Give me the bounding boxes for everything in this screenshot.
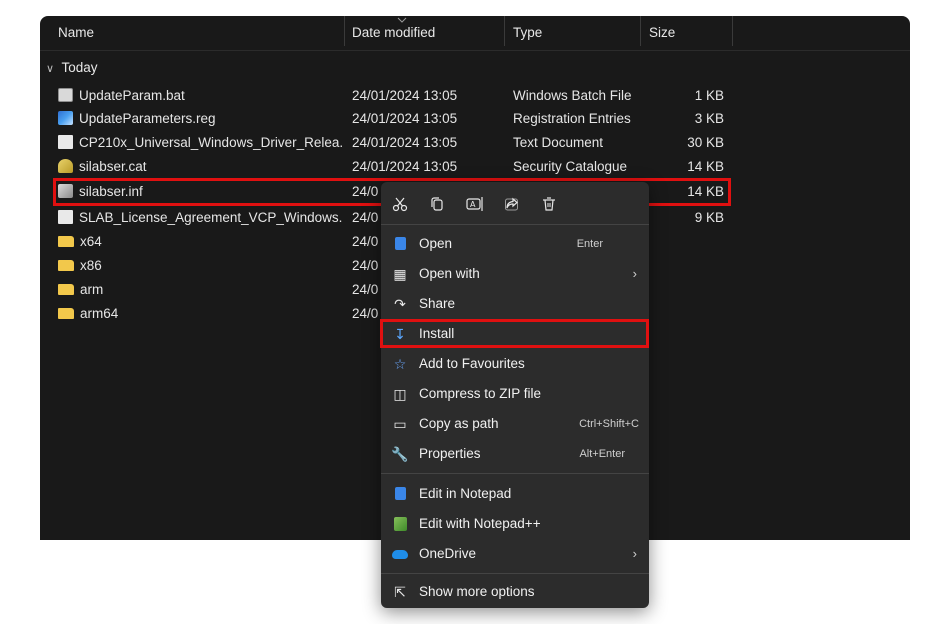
- file-type: Windows Batch File: [513, 88, 632, 103]
- folder-icon: [58, 236, 74, 247]
- file-name: SLAB_License_Agreement_VCP_Windows....: [79, 210, 343, 225]
- menu-item-show-more-options[interactable]: ⇱ Show more options: [381, 577, 649, 607]
- file-type: Registration Entries: [513, 111, 631, 126]
- file-date: 24/01/2024 13:05: [352, 88, 458, 103]
- notepad-icon: [391, 479, 409, 510]
- cut-icon[interactable]: [389, 193, 411, 215]
- menu-divider: [381, 473, 649, 474]
- folder-name: arm: [80, 282, 104, 297]
- folder-name: x64: [80, 234, 102, 249]
- menu-item-open[interactable]: Open Enter: [381, 229, 649, 259]
- folder-icon: [58, 260, 74, 271]
- file-type: Text Document: [513, 135, 604, 150]
- file-name: CP210x_Universal_Windows_Driver_Relea...: [79, 135, 343, 150]
- menu-item-compress-zip[interactable]: ◫ Compress to ZIP file: [381, 379, 649, 409]
- rename-icon[interactable]: A: [464, 193, 486, 215]
- column-divider[interactable]: [504, 16, 505, 46]
- column-header-bar: Name Date modified Type Size: [40, 16, 910, 51]
- chevron-right-icon: ›: [632, 546, 637, 561]
- file-size: 30 KB: [687, 135, 724, 150]
- menu-item-edit-in-notepad[interactable]: Edit in Notepad: [381, 479, 649, 509]
- menu-item-properties[interactable]: 🔧 Properties Alt+Enter: [381, 439, 649, 469]
- highlight-install-item: [380, 319, 649, 348]
- open-icon: [391, 229, 409, 260]
- menu-item-share[interactable]: ↷ Share: [381, 289, 649, 319]
- file-name: silabser.cat: [79, 159, 147, 174]
- svg-text:A: A: [470, 200, 476, 209]
- wrench-icon: 🔧: [391, 446, 409, 462]
- menu-item-onedrive[interactable]: OneDrive ›: [381, 539, 649, 569]
- column-divider[interactable]: [640, 16, 641, 46]
- share-icon[interactable]: [501, 193, 523, 215]
- column-header-size[interactable]: Size: [649, 16, 675, 50]
- file-row[interactable]: UpdateParam.bat 24/01/2024 13:05 Windows…: [40, 84, 910, 107]
- group-label: Today: [61, 60, 98, 75]
- notepad-plus-plus-icon: [391, 509, 409, 541]
- open-with-icon: ▦: [393, 266, 407, 282]
- menu-divider: [381, 573, 649, 574]
- file-date: 24/01/2024 13:05: [352, 159, 458, 174]
- share-icon: ↷: [394, 296, 406, 312]
- file-row[interactable]: CP210x_Universal_Windows_Driver_Relea...…: [40, 131, 910, 154]
- text-file-icon: [58, 135, 73, 149]
- group-header-today[interactable]: ∨ Today: [46, 58, 98, 78]
- menu-item-edit-with-notepad-plus-plus[interactable]: Edit with Notepad++: [381, 509, 649, 539]
- context-menu-toolbar: A: [381, 182, 649, 224]
- menu-item-add-to-favourites[interactable]: ☆ Add to Favourites: [381, 349, 649, 379]
- file-size: 1 KB: [694, 88, 724, 103]
- copy-path-icon: ▭: [393, 416, 407, 432]
- batch-file-icon: [58, 88, 73, 102]
- folder-icon: [58, 284, 74, 295]
- file-type: Security Catalogue: [513, 159, 628, 174]
- delete-icon[interactable]: [538, 193, 560, 215]
- file-row[interactable]: UpdateParameters.reg 24/01/2024 13:05 Re…: [40, 107, 910, 130]
- column-header-name[interactable]: Name: [58, 16, 94, 50]
- file-name: UpdateParameters.reg: [79, 111, 216, 126]
- chevron-down-icon: ∨: [46, 63, 55, 75]
- file-row[interactable]: silabser.cat 24/01/2024 13:05 Security C…: [40, 155, 910, 178]
- folder-name: x86: [80, 258, 102, 273]
- chevron-right-icon: ›: [632, 266, 637, 281]
- file-date: 24/01/2024 13:05: [352, 111, 458, 126]
- file-name: UpdateParam.bat: [79, 88, 185, 103]
- folder-icon: [58, 308, 74, 319]
- star-icon: ☆: [393, 356, 407, 372]
- context-menu: A Open Enter ▦ Open with › ↷ Share ↧ Ins…: [381, 182, 649, 608]
- column-divider[interactable]: [344, 16, 345, 46]
- column-divider[interactable]: [732, 16, 733, 46]
- onedrive-cloud-icon: [391, 539, 409, 569]
- copy-icon[interactable]: [426, 193, 448, 215]
- column-header-date[interactable]: Date modified: [352, 16, 435, 50]
- menu-item-copy-as-path[interactable]: ▭ Copy as path Ctrl+Shift+C: [381, 409, 649, 439]
- folder-name: arm64: [80, 306, 119, 321]
- menu-divider: [381, 224, 649, 225]
- zip-icon: ◫: [393, 386, 407, 402]
- registry-file-icon: [58, 111, 73, 125]
- show-more-icon: ⇱: [394, 584, 406, 600]
- file-size: 14 KB: [687, 159, 724, 174]
- column-header-type[interactable]: Type: [513, 16, 542, 50]
- file-size: 3 KB: [694, 111, 724, 126]
- catalog-file-icon: [58, 159, 73, 173]
- text-file-icon: [58, 210, 73, 224]
- file-date: 24/01/2024 13:05: [352, 135, 458, 150]
- file-size: 9 KB: [694, 210, 724, 225]
- menu-item-open-with[interactable]: ▦ Open with ›: [381, 259, 649, 289]
